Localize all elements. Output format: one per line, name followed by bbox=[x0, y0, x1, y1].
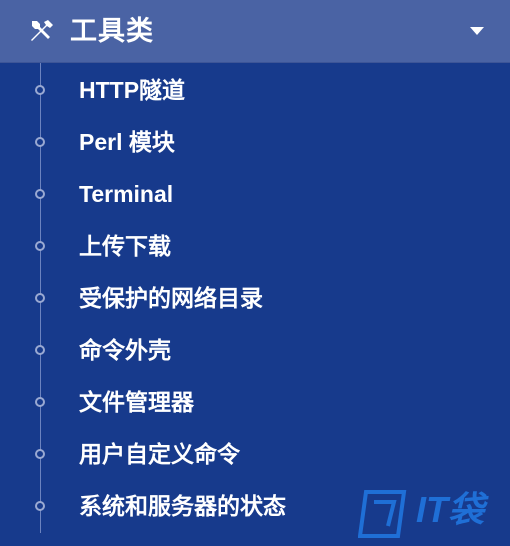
menu-item-label: HTTP隧道 bbox=[79, 77, 186, 103]
bullet-icon bbox=[35, 241, 45, 251]
bullet-icon bbox=[35, 345, 45, 355]
watermark-logo: IT袋 bbox=[358, 486, 503, 542]
menu-item-label: 命令外壳 bbox=[79, 337, 171, 363]
menu-item-label: 系统和服务器的状态 bbox=[79, 493, 286, 519]
watermark-text: IT袋 bbox=[416, 489, 484, 530]
menu-item-file-manager[interactable]: 文件管理器 bbox=[0, 376, 510, 428]
tools-icon bbox=[31, 20, 53, 41]
bullet-icon bbox=[35, 137, 45, 147]
bullet-icon bbox=[35, 85, 45, 95]
menu-item-perl-modules[interactable]: Perl 模块 bbox=[0, 116, 510, 168]
menu-header[interactable]: 工具类 bbox=[0, 0, 510, 63]
menu-title: 工具类 bbox=[70, 16, 154, 46]
menu-item-protected-directories[interactable]: 受保护的网络目录 bbox=[0, 272, 510, 324]
bullet-icon bbox=[35, 449, 45, 459]
bullet-icon bbox=[35, 293, 45, 303]
menu-item-label: 用户自定义命令 bbox=[79, 441, 240, 467]
menu-item-custom-commands[interactable]: 用户自定义命令 bbox=[0, 428, 510, 480]
menu-item-upload-download[interactable]: 上传下载 bbox=[0, 220, 510, 272]
menu-item-command-shell[interactable]: 命令外壳 bbox=[0, 324, 510, 376]
bullet-icon bbox=[35, 397, 45, 407]
menu-item-label: 文件管理器 bbox=[79, 389, 194, 415]
menu-item-label: Perl 模块 bbox=[79, 129, 175, 155]
menu-item-terminal[interactable]: Terminal bbox=[0, 168, 510, 220]
caret-down-icon[interactable] bbox=[470, 27, 484, 35]
watermark-mark-icon bbox=[358, 490, 407, 538]
menu-item-label: 受保护的网络目录 bbox=[79, 285, 263, 311]
bullet-icon bbox=[35, 189, 45, 199]
menu-item-label: Terminal bbox=[79, 181, 174, 207]
menu-item-label: 上传下载 bbox=[79, 233, 171, 259]
tools-menu: 工具类 HTTP隧道 Perl 模块 Terminal 上传下载 受保护的网络目… bbox=[0, 0, 510, 546]
menu-item-http-tunnel[interactable]: HTTP隧道 bbox=[0, 64, 510, 116]
bullet-icon bbox=[35, 501, 45, 511]
